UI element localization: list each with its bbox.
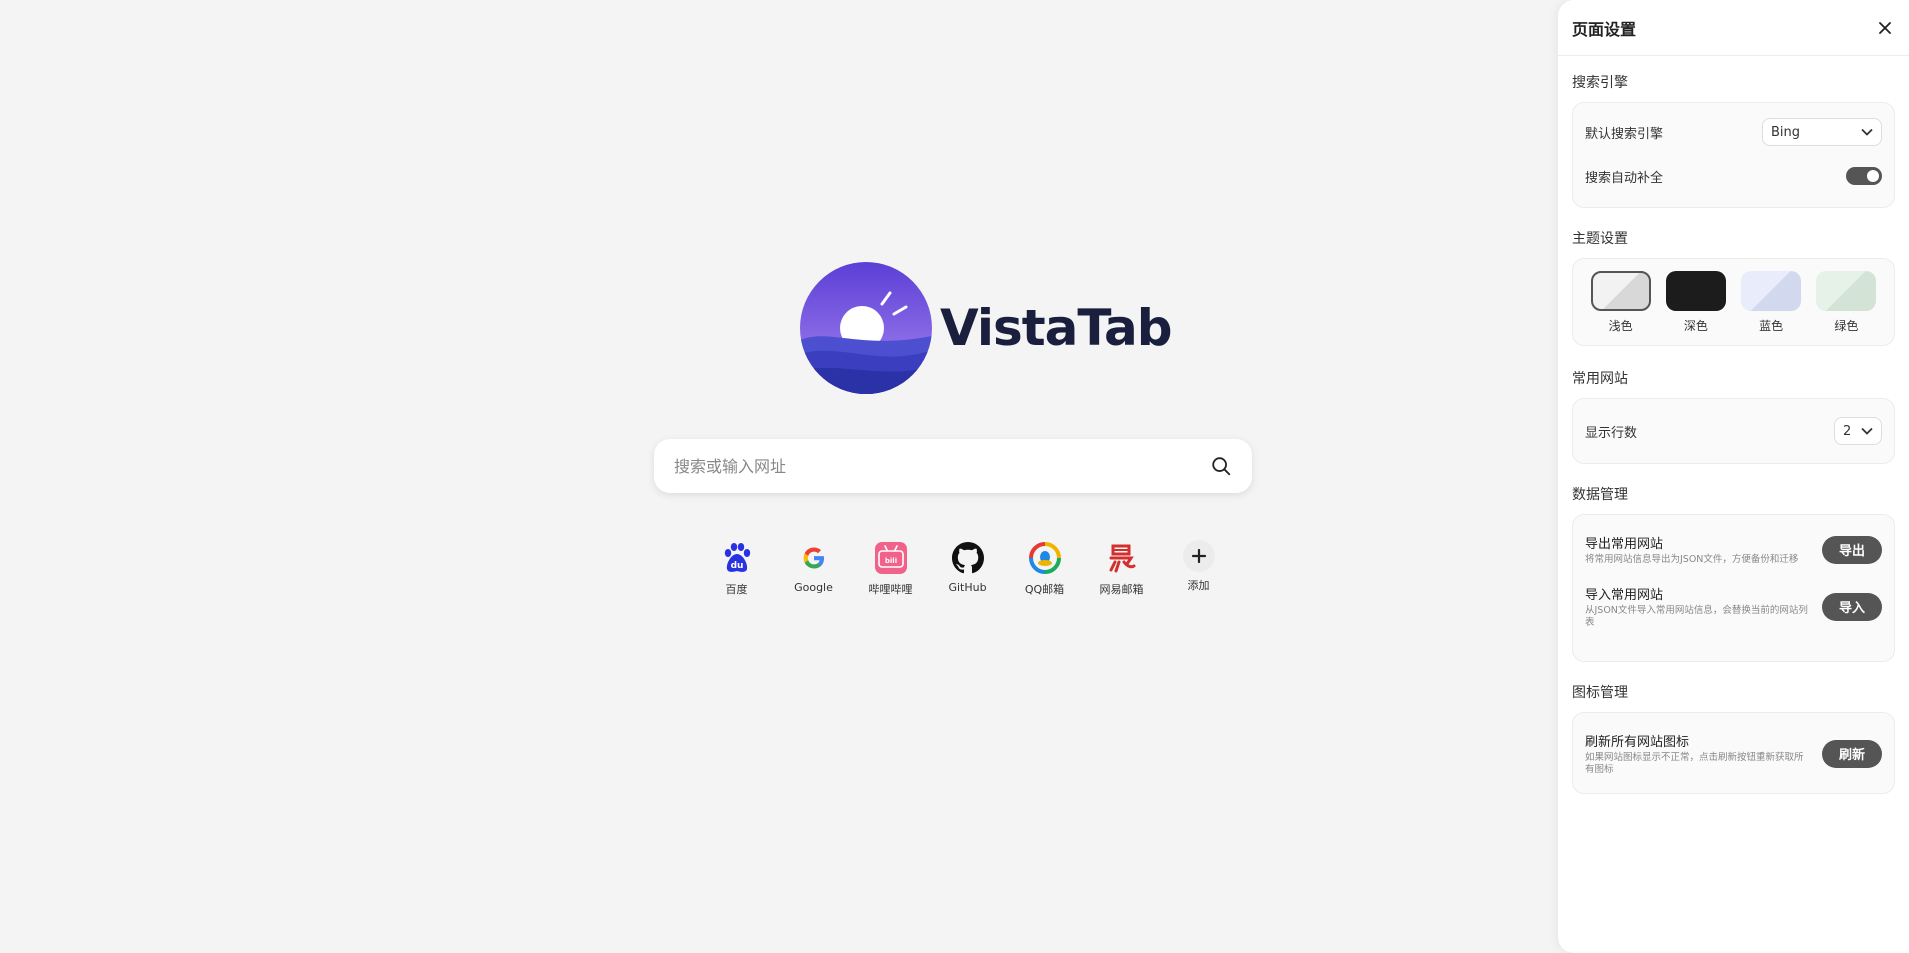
default-engine-label: 默认搜索引擎 (1585, 126, 1664, 142)
logo-text: VistaTab (940, 299, 1173, 357)
theme-dark[interactable]: 深色 (1665, 271, 1726, 334)
autocomplete-toggle[interactable] (1846, 167, 1882, 185)
svg-text:bili: bili (884, 557, 896, 565)
rows-select[interactable]: 2 (1834, 417, 1882, 445)
logo: VistaTab (800, 262, 1173, 394)
refresh-desc: 如果网站图标显示不正常，点击刷新按钮重新获取所有图标 (1585, 752, 1804, 775)
section-title-data: 数据管理 (1572, 487, 1628, 503)
search-engine-card: 默认搜索引擎 Bing 搜索自动补全 (1572, 102, 1895, 208)
theme-blue[interactable]: 蓝色 (1741, 271, 1802, 334)
shortcut-qqmail[interactable]: QQ邮箱 (1006, 540, 1083, 597)
shortcut-label: 网易邮箱 (1099, 583, 1144, 596)
settings-panel: 页面设置 搜索引擎 默认搜索引擎 Bing 搜索自动补全 主题设置 浅色 深色 … (1558, 0, 1909, 953)
section-title-sites: 常用网站 (1572, 371, 1628, 387)
shortcut-bilibili[interactable]: bili 哔哩哔哩 (852, 540, 929, 597)
panel-header: 页面设置 (1558, 0, 1909, 56)
theme-label: 蓝色 (1759, 319, 1784, 333)
shortcut-netease-mail[interactable]: 网易邮箱 (1083, 540, 1160, 597)
search-icon[interactable] (1210, 455, 1232, 477)
rows-value: 2 (1843, 423, 1852, 439)
shortcut-label: Google (794, 581, 833, 594)
chevron-down-icon (1861, 427, 1873, 435)
shortcut-label: QQ邮箱 (1024, 583, 1065, 596)
section-title-search-engine: 搜索引擎 (1572, 75, 1628, 91)
refresh-title: 刷新所有网站图标 (1585, 735, 1690, 750)
shortcut-label: 百度 (725, 583, 748, 596)
svg-text:du: du (730, 561, 743, 571)
close-icon (1879, 21, 1891, 34)
bilibili-icon: bili (874, 542, 907, 574)
panel-title: 页面设置 (1572, 19, 1637, 39)
section-title-icons: 图标管理 (1572, 685, 1628, 701)
plus-icon (1191, 548, 1206, 564)
logo-icon (800, 262, 932, 394)
theme-label: 浅色 (1608, 319, 1633, 333)
import-title: 导入常用网站 (1585, 588, 1664, 603)
export-button[interactable]: 导出 (1822, 535, 1882, 564)
theme-label: 深色 (1683, 319, 1708, 333)
new-tab-page: VistaTab du 百度 (0, 0, 1558, 953)
default-engine-select[interactable]: Bing (1762, 118, 1882, 146)
shortcut-github[interactable]: GitHub (929, 540, 1006, 597)
default-engine-value: Bing (1771, 124, 1801, 140)
theme-card: 浅色 深色 蓝色 绿色 (1572, 258, 1895, 346)
export-title: 导出常用网站 (1585, 537, 1664, 552)
shortcut-label: GitHub (948, 581, 987, 594)
theme-light[interactable]: 浅色 (1590, 271, 1651, 334)
section-title-theme: 主题设置 (1572, 231, 1628, 247)
autocomplete-label: 搜索自动补全 (1585, 170, 1664, 186)
theme-swatch-dark (1665, 271, 1726, 311)
shortcut-grid: du 百度 Google bili 哔哩哔哩 GitHub QQ邮箱 网易邮箱 … (698, 540, 1237, 597)
theme-swatch-green (1816, 271, 1877, 311)
export-desc: 将常用网站信息导出为JSON文件，方便备份和迁移 (1585, 554, 1799, 565)
import-desc: 从JSON文件导入常用网站信息，会替换当前的网站列表 (1585, 605, 1808, 628)
refresh-button[interactable]: 刷新 (1822, 739, 1882, 768)
google-icon (803, 547, 824, 569)
shortcut-label: 添加 (1187, 579, 1210, 592)
qqmail-icon (1028, 542, 1061, 574)
search-input[interactable] (674, 456, 1210, 476)
github-icon (951, 542, 984, 574)
theme-green[interactable]: 绿色 (1816, 271, 1877, 334)
theme-swatch-light (1590, 271, 1651, 311)
close-button[interactable] (1875, 18, 1895, 38)
theme-label: 绿色 (1834, 319, 1859, 333)
search-box[interactable] (654, 439, 1252, 493)
shortcut-label: 哔哩哔哩 (868, 583, 913, 596)
chevron-down-icon (1861, 128, 1873, 136)
netease-mail-icon (1109, 544, 1135, 573)
shortcut-add[interactable]: 添加 (1160, 540, 1237, 597)
baidu-icon: du (724, 543, 750, 572)
theme-swatch-blue (1741, 271, 1802, 311)
icons-card: 刷新所有网站图标 如果网站图标显示不正常，点击刷新按钮重新获取所有图标 刷新 (1572, 712, 1895, 794)
sites-card: 显示行数 2 (1572, 398, 1895, 464)
shortcut-baidu[interactable]: du 百度 (698, 540, 775, 597)
rows-label: 显示行数 (1585, 425, 1638, 441)
shortcut-google[interactable]: Google (775, 540, 852, 597)
data-card: 导出常用网站 将常用网站信息导出为JSON文件，方便备份和迁移 导出 导入常用网… (1572, 514, 1895, 662)
import-button[interactable]: 导入 (1822, 592, 1882, 621)
